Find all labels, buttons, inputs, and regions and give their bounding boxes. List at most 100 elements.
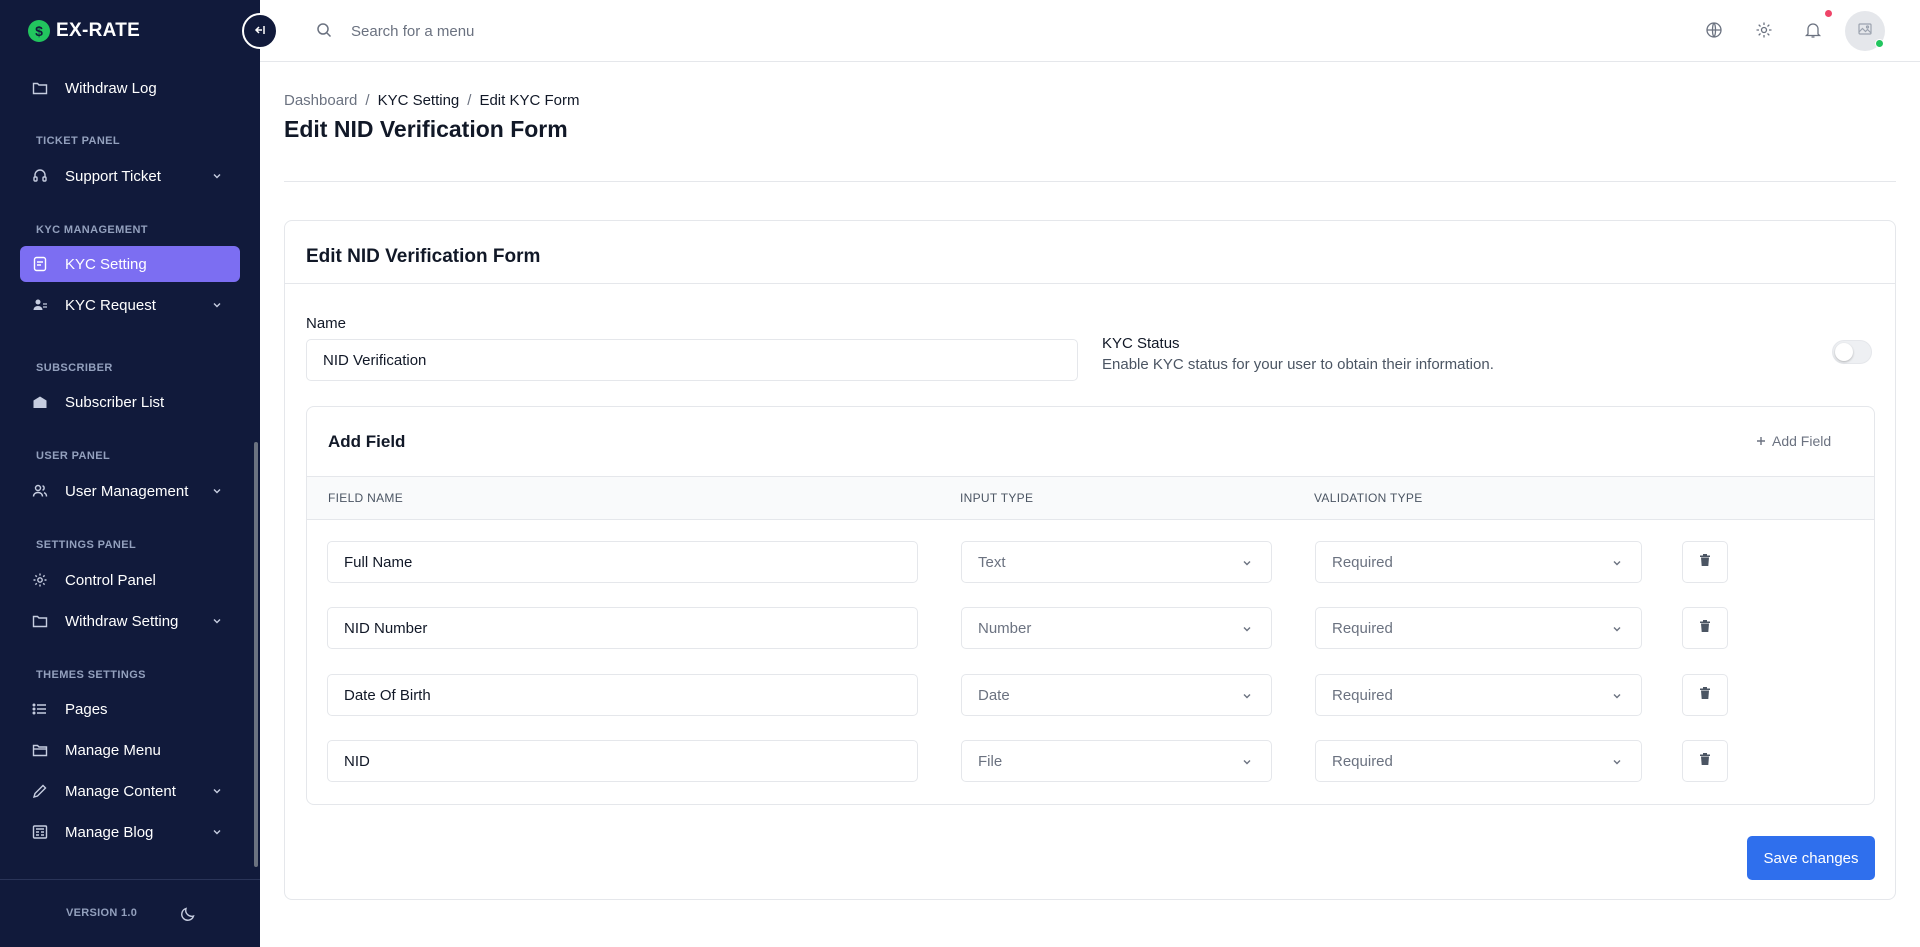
chevron-down-icon <box>210 825 224 839</box>
save-changes-button[interactable]: Save changes <box>1747 836 1875 880</box>
fields-table-header: FIELD NAME INPUT TYPE VALIDATION TYPE <box>307 476 1874 520</box>
sidebar-item-subscriber-list[interactable]: Subscriber List <box>20 384 240 420</box>
sidebar-item-manage-blog[interactable]: Manage Blog <box>20 814 240 850</box>
validation-type-value: Required <box>1332 619 1393 637</box>
chevron-down-icon <box>210 298 224 312</box>
sidebar-item-user-management[interactable]: User Management <box>20 473 240 509</box>
sidebar-item-manage-menu[interactable]: Manage Menu <box>20 732 240 768</box>
input-type-value: File <box>978 752 1003 770</box>
topbar <box>260 0 1920 62</box>
chevron-down-icon <box>1241 755 1253 767</box>
add-field-section: Add Field Add Field FIELD NAME INPUT TYP… <box>306 406 1875 805</box>
validation-type-value: Required <box>1332 553 1393 571</box>
add-field-title: Add Field <box>328 432 406 451</box>
chevron-down-icon <box>210 169 224 183</box>
users-icon <box>32 483 48 499</box>
newspaper-icon <box>32 824 48 840</box>
add-field-button-label: Add Field <box>1772 433 1832 449</box>
sidebar-item-label: Manage Blog <box>65 823 154 841</box>
sidebar-item-label: KYC Request <box>65 296 156 314</box>
validation-type-value: Required <box>1332 686 1393 704</box>
sidebar: $ EX-RATE Withdraw Log TICKET PANEL Supp… <box>0 0 260 947</box>
section-label-subscriber: SUBSCRIBER <box>36 362 113 374</box>
sidebar-item-label: Pages <box>65 700 108 718</box>
delete-field-button[interactable] <box>1682 541 1728 583</box>
sidebar-item-control-panel[interactable]: Control Panel <box>20 562 240 598</box>
notification-dot <box>1825 10 1832 17</box>
folder-icon <box>32 613 48 629</box>
breadcrumb-separator: / <box>365 92 370 109</box>
sidebar-collapse-button[interactable] <box>242 13 278 49</box>
kyc-status-title: KYC Status <box>1102 335 1180 352</box>
folder-open-icon <box>32 742 48 758</box>
moon-icon[interactable] <box>180 906 196 922</box>
list-icon <box>32 701 48 717</box>
field-name-input[interactable] <box>327 541 918 583</box>
section-label-settings-panel: SETTINGS PANEL <box>36 539 137 551</box>
breadcrumb-separator: / <box>467 92 472 109</box>
page-title: Edit NID Verification Form <box>284 116 568 142</box>
search-input[interactable] <box>351 18 751 44</box>
globe-icon[interactable] <box>1705 21 1723 39</box>
sidebar-item-label: Withdraw Setting <box>65 612 179 630</box>
card-divider <box>285 283 1895 284</box>
validation-type-select[interactable]: Required <box>1315 541 1642 583</box>
bell-icon[interactable] <box>1804 21 1822 39</box>
brand[interactable]: $ EX-RATE <box>28 18 140 44</box>
input-type-select[interactable]: Text <box>961 541 1272 583</box>
chevron-down-icon <box>1241 689 1253 701</box>
input-type-select[interactable]: Number <box>961 607 1272 649</box>
sidebar-item-label: Withdraw Log <box>65 79 157 97</box>
field-name-input[interactable] <box>327 674 918 716</box>
trash-icon <box>1698 619 1712 638</box>
delete-field-button[interactable] <box>1682 674 1728 716</box>
chevron-down-icon <box>210 784 224 798</box>
delete-field-button[interactable] <box>1682 607 1728 649</box>
validation-type-select[interactable]: Required <box>1315 674 1642 716</box>
brand-logo: $ <box>28 20 50 42</box>
trash-icon <box>1698 752 1712 771</box>
search-icon <box>316 22 332 38</box>
breadcrumb-kyc-setting[interactable]: KYC Setting <box>378 92 460 109</box>
chevron-down-icon <box>1611 755 1623 767</box>
gear-icon <box>32 572 48 588</box>
sidebar-item-withdraw-setting[interactable]: Withdraw Setting <box>20 603 240 639</box>
add-field-button[interactable]: Add Field <box>1756 433 1831 449</box>
column-header-field-name: FIELD NAME <box>328 491 404 505</box>
gear-icon[interactable] <box>1755 21 1773 39</box>
input-type-value: Date <box>978 686 1010 704</box>
kyc-status-description: Enable KYC status for your user to obtai… <box>1102 356 1494 373</box>
column-header-validation-type: VALIDATION TYPE <box>1314 491 1423 505</box>
field-name-input[interactable] <box>327 740 918 782</box>
validation-type-select[interactable]: Required <box>1315 607 1642 649</box>
image-placeholder-icon <box>1857 21 1873 42</box>
column-header-input-type: INPUT TYPE <box>960 491 1034 505</box>
sidebar-item-withdraw-log[interactable]: Withdraw Log <box>20 70 240 106</box>
chevron-down-icon <box>1611 622 1623 634</box>
kyc-status-toggle[interactable] <box>1832 340 1872 364</box>
sidebar-scrollbar[interactable] <box>254 442 258 867</box>
delete-field-button[interactable] <box>1682 740 1728 782</box>
name-input[interactable] <box>306 339 1078 381</box>
version-label: VERSION 1.0 <box>66 907 138 919</box>
sidebar-item-pages[interactable]: Pages <box>20 691 240 727</box>
section-label-user-panel: USER PANEL <box>36 450 111 462</box>
breadcrumb-dashboard[interactable]: Dashboard <box>284 92 357 109</box>
sidebar-item-label: User Management <box>65 482 189 500</box>
sidebar-item-kyc-request[interactable]: KYC Request <box>20 287 240 323</box>
pencil-icon <box>32 783 48 799</box>
input-type-select[interactable]: Date <box>961 674 1272 716</box>
field-name-input[interactable] <box>327 607 918 649</box>
section-label-ticket-panel: TICKET PANEL <box>36 135 121 147</box>
name-label: Name <box>306 315 347 332</box>
chevron-down-icon <box>1611 689 1623 701</box>
sidebar-item-support-ticket[interactable]: Support Ticket <box>20 158 240 194</box>
toggle-knob <box>1835 343 1853 361</box>
document-icon <box>32 256 48 272</box>
sidebar-item-manage-content[interactable]: Manage Content <box>20 773 240 809</box>
input-type-select[interactable]: File <box>961 740 1272 782</box>
sidebar-item-kyc-setting[interactable]: KYC Setting <box>20 246 240 282</box>
sidebar-item-label: Subscriber List <box>65 393 165 411</box>
validation-type-select[interactable]: Required <box>1315 740 1642 782</box>
sidebar-footer: VERSION 1.0 <box>0 879 260 947</box>
